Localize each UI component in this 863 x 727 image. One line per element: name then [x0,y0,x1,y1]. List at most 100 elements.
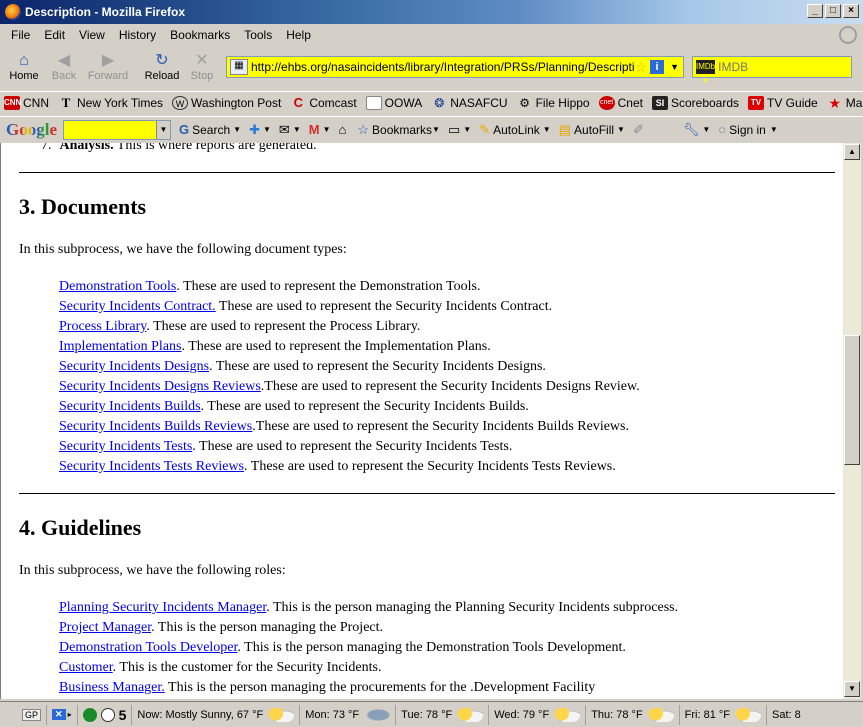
home-icon: ⌂ [19,52,29,69]
list-item-link[interactable]: Project Manager [59,620,151,635]
plus-button[interactable]: ✚ ▼ [249,122,271,138]
weather-now[interactable]: Now: Mostly Sunny, 67 °F [132,704,301,725]
wand-icon: ✎ [479,121,491,137]
weather-tue[interactable]: Tue: 78 °F [396,704,490,725]
minimize-button[interactable]: _ [807,4,823,18]
dropdown-arrow-icon[interactable]: ▼ [156,120,170,139]
list-item-link[interactable]: Security Incidents Contract. [59,299,216,314]
bookmark-washington-post[interactable]: W Washington Post [172,95,281,110]
url-input[interactable] [251,58,635,76]
weather-sat[interactable]: Sat: 8 [767,705,806,725]
list-item-link[interactable]: Business Manager. [59,680,165,695]
reload-button[interactable]: ↻ Reload [142,47,182,87]
bookmark-nasafcu[interactable]: ❂ NASAFCU [431,96,507,110]
list-item-link[interactable]: Process Library [59,319,146,334]
autolink-button[interactable]: ✎ AutoLink ▼ [479,122,551,138]
status-icons[interactable]: 5 [78,704,133,725]
maximize-button[interactable]: □ [825,4,841,18]
news-button[interactable]: ✉ ▼ [279,122,301,138]
list-item: Planning Security Incidents Manager. Thi… [59,598,678,618]
list-item-link[interactable]: Demonstration Tools [59,279,176,294]
close-button[interactable]: × [843,4,859,18]
list-item: Customer. This is the customer for the S… [59,658,678,678]
section-intro: In this subprocess, we have the followin… [19,242,347,257]
cnet-icon: cnet [598,95,615,110]
stop-icon: ✕ [195,52,209,69]
site-identity-icon[interactable]: ▦ [230,59,248,75]
url-bar[interactable]: ▦ ☆ i ▼ [226,56,684,78]
url-dropdown-icon[interactable]: ▼ [670,62,679,72]
forward-button[interactable]: ▶ Forward [84,47,132,87]
rectangle-icon: ▭ [447,121,461,137]
menu-history[interactable]: History [112,28,163,42]
search-bar[interactable]: IMDb ▾ ⚲ [692,56,863,85]
list-item-link[interactable]: Security Incidents Designs [59,359,209,374]
throbber-icon [839,26,857,44]
scroll-thumb[interactable] [844,335,860,465]
list-item-text: These are used to represent the Security… [215,299,553,314]
google-search-input[interactable]: ▼ [63,119,171,140]
menu-tools[interactable]: Tools [237,28,279,42]
museum-button[interactable]: ⌂ [339,122,350,137]
list-item: Security Incidents Tests. These are used… [59,437,640,457]
bookmark-comcast[interactable]: C Comcast [290,95,357,110]
list-item: Security Incidents Builds. These are use… [59,397,640,417]
partly-sunny-icon [647,707,674,722]
menu-bookmarks[interactable]: Bookmarks [163,28,237,42]
menu-edit[interactable]: Edit [37,28,72,42]
bookmark-tv-guide[interactable]: TV TV Guide [748,95,818,110]
stop-button[interactable]: ✕ Stop [182,47,222,87]
google-logo[interactable]: Google [6,120,57,140]
list-item-link[interactable]: Implementation Plans [59,339,181,354]
weather-fri[interactable]: Fri: 81 °F [680,704,768,725]
search-input[interactable] [718,60,863,74]
vertical-scrollbar[interactable]: ▲ ▼ [843,143,861,699]
bookmark-file-hippo[interactable]: ⚙ File Hippo [517,96,589,110]
list-item-link[interactable]: Security Incidents Designs Reviews [59,379,261,394]
menu-file[interactable]: File [4,28,37,42]
gmail-button[interactable]: M ▼ [309,122,331,137]
scroll-up-button[interactable]: ▲ [844,144,860,160]
divider [19,172,835,173]
list-item-link[interactable]: Security Incidents Tests Reviews [59,459,244,474]
menu-help[interactable]: Help [279,28,318,42]
list-item-link[interactable]: Planning Security Incidents Manager [59,600,266,615]
bookmark-mapquest[interactable]: ★MapQuest [827,96,863,110]
firefox-icon [5,4,21,20]
list-item-link[interactable]: Customer [59,660,113,675]
weather-wed[interactable]: Wed: 79 °F [489,704,587,725]
settings-button[interactable]: 🔧︎ ▼ [683,122,710,138]
google-bookmarks-button[interactable]: ☆ Bookmarks ▼ [357,122,440,138]
scroll-down-button[interactable]: ▼ [844,681,860,697]
bookmark-oowa[interactable]: OOWA [365,95,422,110]
google-search-button[interactable]: G Search ▼ [179,122,241,137]
list-item-link[interactable]: Security Incidents Tests [59,439,192,454]
bookmark-cnn[interactable]: CNN CNN [4,95,49,110]
list-item-text: . These are used to represent the Securi… [200,399,529,414]
list-item-link[interactable]: Demonstration Tools Developer [59,640,237,655]
bookmark-cnet[interactable]: cnet Cnet [598,95,643,110]
partly-sunny-icon [268,707,295,722]
weather-thu[interactable]: Thu: 78 °F [586,704,680,725]
extension-indicator[interactable]: ✕ ▸ [47,704,78,725]
list-item: 7. Analysis. This is where reports are ge… [41,143,317,153]
back-button[interactable]: ◀ Back [44,47,84,87]
partly-sunny-icon [735,707,762,722]
bookmark-star-icon[interactable]: ☆ [635,59,648,76]
extension-icon: ✕ [52,709,66,720]
list-item-link[interactable]: Security Incidents Builds [59,399,201,414]
sign-in-button[interactable]: ○ Sign in ▼ [718,122,777,137]
blank-button[interactable]: ▭ ▼ [448,122,471,138]
search-engine-icon[interactable]: IMDb ▾ [696,60,716,85]
gp-indicator[interactable]: GP [0,704,48,725]
home-button[interactable]: ⌂ Home [4,47,44,87]
info-icon[interactable]: i [650,60,665,74]
menu-view[interactable]: View [72,28,112,42]
cnn-icon: CNN [4,95,21,110]
bookmark-nyt[interactable]: T New York Times [58,95,163,110]
weather-mon[interactable]: Mon: 73 °F [300,704,397,725]
highlight-button[interactable]: ✐ [633,122,647,138]
autofill-button[interactable]: ▤ AutoFill ▼ [559,122,625,138]
bookmark-scoreboards[interactable]: SI Scoreboards [651,95,739,110]
list-item-link[interactable]: Security Incidents Builds Reviews [59,419,252,434]
